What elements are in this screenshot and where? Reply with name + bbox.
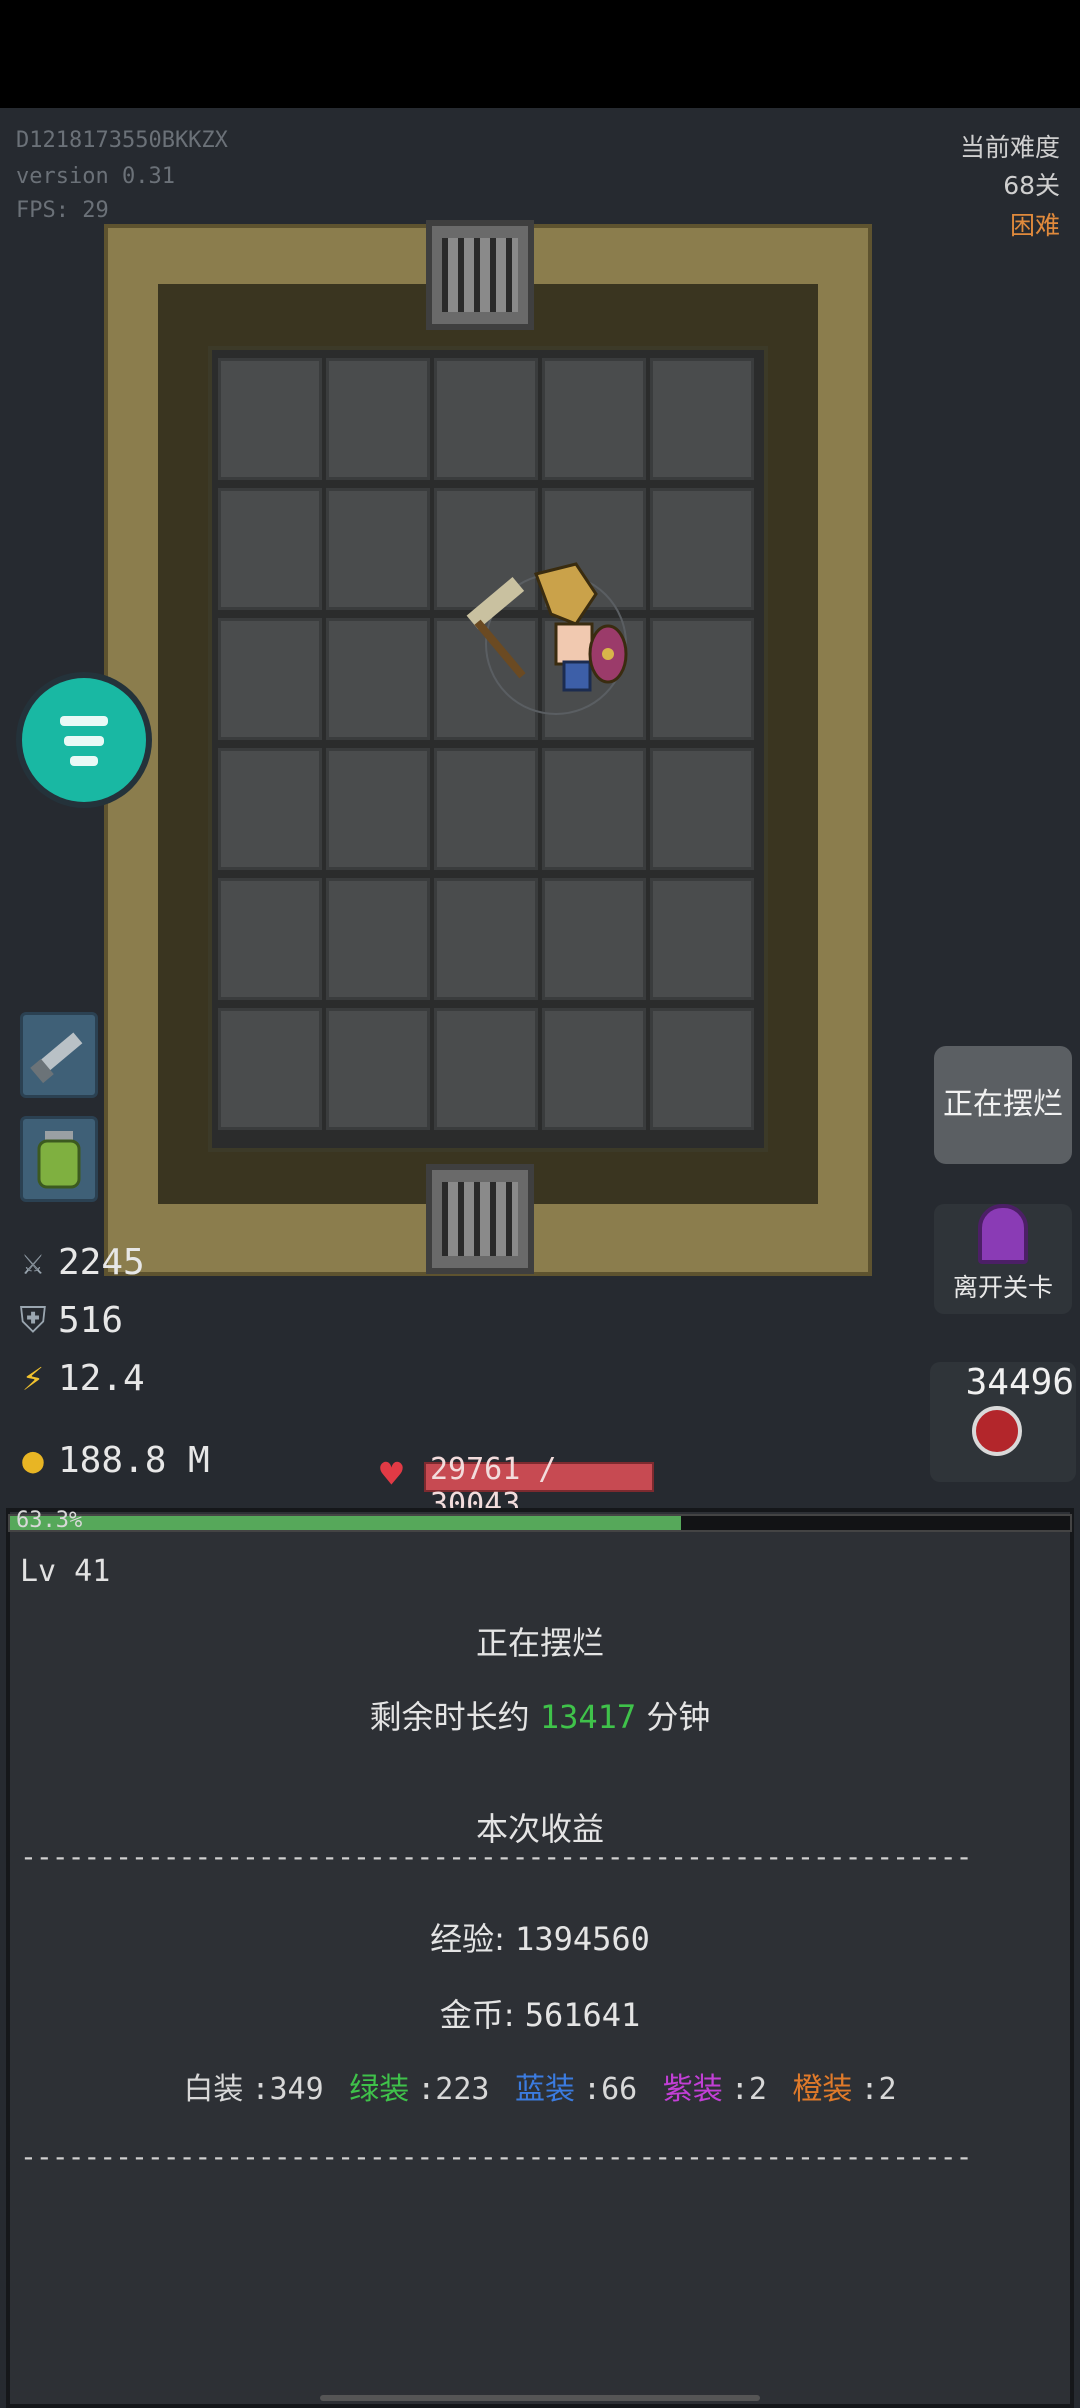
- floor-tile: [434, 358, 538, 480]
- weapon-slot-icon: [30, 1032, 83, 1084]
- health-potion-icon: [972, 1406, 1022, 1456]
- xp-fill: [10, 1516, 681, 1530]
- floor-tile: [434, 748, 538, 870]
- white-gear: 白装:349: [183, 2072, 324, 2107]
- leave-stage-label: 离开关卡: [952, 1273, 1053, 1302]
- orange-gear: 橙装:2: [792, 2072, 897, 2107]
- exp-label: 经验:: [430, 1920, 505, 1958]
- floor-tile: [218, 488, 322, 610]
- defense-value: 516: [58, 1300, 124, 1341]
- shield-icon: ⛨: [19, 1300, 47, 1341]
- loot-summary: 白装:349 绿装:223 蓝装:66 紫装:2 橙装:2: [0, 2064, 1080, 2108]
- floor-tile: [218, 358, 322, 480]
- lightning-icon: ⚡: [22, 1358, 44, 1399]
- floor-tile: [218, 878, 322, 1000]
- fps-label: FPS: 29: [16, 198, 109, 223]
- floor-tile: [542, 1008, 646, 1130]
- remaining-minutes: 13417: [539, 1698, 637, 1736]
- sword-icon: ⚔: [22, 1242, 44, 1283]
- idle-status: 正在摆烂: [475, 1624, 604, 1662]
- status-bar: [0, 0, 1080, 108]
- menu-button[interactable]: [22, 678, 146, 802]
- attack-value: 2245: [58, 1242, 145, 1283]
- gold-label: 金币:: [439, 1996, 515, 2034]
- floor-tile: [218, 618, 322, 740]
- hp-bar: ♥ 29761 / 30043: [380, 1450, 660, 1522]
- xp-percent: 63.3%: [16, 1508, 83, 1533]
- floor-tile: [542, 358, 646, 480]
- exp-value: 1394560: [515, 1920, 650, 1958]
- menu-icon: [60, 716, 108, 726]
- dungeon-room: [104, 220, 872, 1276]
- speed-stat: ⚡ 12.4: [16, 1356, 145, 1402]
- floor-tile: [542, 878, 646, 1000]
- gold-earned: 金币: 561641: [0, 1990, 1080, 2036]
- remaining-suffix: 分钟: [646, 1698, 711, 1736]
- speed-value: 12.4: [58, 1358, 145, 1399]
- floor-tile: [650, 878, 754, 1000]
- floor-tile: [326, 878, 430, 1000]
- xp-bar: [8, 1514, 1072, 1532]
- green-gear: 绿装:223: [349, 2072, 490, 2107]
- coin-icon: ●: [22, 1440, 44, 1481]
- potion-jar-icon: [37, 1131, 81, 1189]
- divider-top: ----------------------------------------…: [20, 1840, 972, 1873]
- floor-tile: [326, 748, 430, 870]
- player-level: Lv 41: [20, 1554, 111, 1589]
- difficulty-label: 当前难度: [959, 133, 1060, 162]
- gold-value: 188.8 M: [58, 1440, 210, 1481]
- portal-icon: [978, 1204, 1028, 1264]
- gesture-bar: [320, 2395, 760, 2401]
- heart-icon: ♥: [380, 1452, 403, 1496]
- device-id: D1218173550BKKZX: [16, 128, 228, 153]
- version-label: version 0.31: [16, 164, 175, 189]
- floor-tile: [650, 358, 754, 480]
- weapon-slot[interactable]: [20, 1012, 98, 1098]
- floor-tile: [326, 488, 430, 610]
- floor-tile: [218, 748, 322, 870]
- potion-slot[interactable]: [20, 1116, 98, 1202]
- north-door: [426, 220, 534, 330]
- gold-stat: ● 188.8 M: [16, 1438, 210, 1484]
- gold-earned-value: 561641: [524, 1996, 641, 2034]
- floor-tile: [650, 618, 754, 740]
- exp-earned: 经验: 1394560: [0, 1914, 1080, 1960]
- health-potion-button[interactable]: 34496: [930, 1362, 1076, 1482]
- floor-tile: [218, 1008, 322, 1130]
- attack-stat: ⚔ 2245: [16, 1240, 145, 1286]
- potion-count: 34496: [965, 1362, 1074, 1403]
- blue-gear: 蓝装:66: [515, 2072, 638, 2107]
- idle-button[interactable]: 正在摆烂: [934, 1046, 1072, 1164]
- floor-tile: [326, 618, 430, 740]
- floor-tile: [542, 748, 646, 870]
- floor-tile: [434, 1008, 538, 1130]
- floor-tile: [434, 878, 538, 1000]
- purple-gear: 紫装:2: [662, 2072, 767, 2107]
- south-door: [426, 1164, 534, 1274]
- room-floor: [208, 346, 768, 1152]
- floor-tile: [650, 748, 754, 870]
- floor-tile: [326, 358, 430, 480]
- stage-number: 68关: [1003, 171, 1060, 200]
- leave-stage-button[interactable]: 离开关卡: [934, 1204, 1072, 1314]
- divider-bottom: ----------------------------------------…: [20, 2140, 972, 2173]
- remaining-time: 剩余时长约 13417 分钟: [0, 1692, 1080, 1738]
- floor-tile: [650, 488, 754, 610]
- difficulty-level: 困难: [1009, 211, 1060, 240]
- hero-character: [466, 562, 628, 715]
- floor-tile: [326, 1008, 430, 1130]
- defense-stat: ⛨ 516: [16, 1298, 123, 1344]
- floor-tile: [650, 1008, 754, 1130]
- remaining-prefix: 剩余时长约: [369, 1698, 530, 1736]
